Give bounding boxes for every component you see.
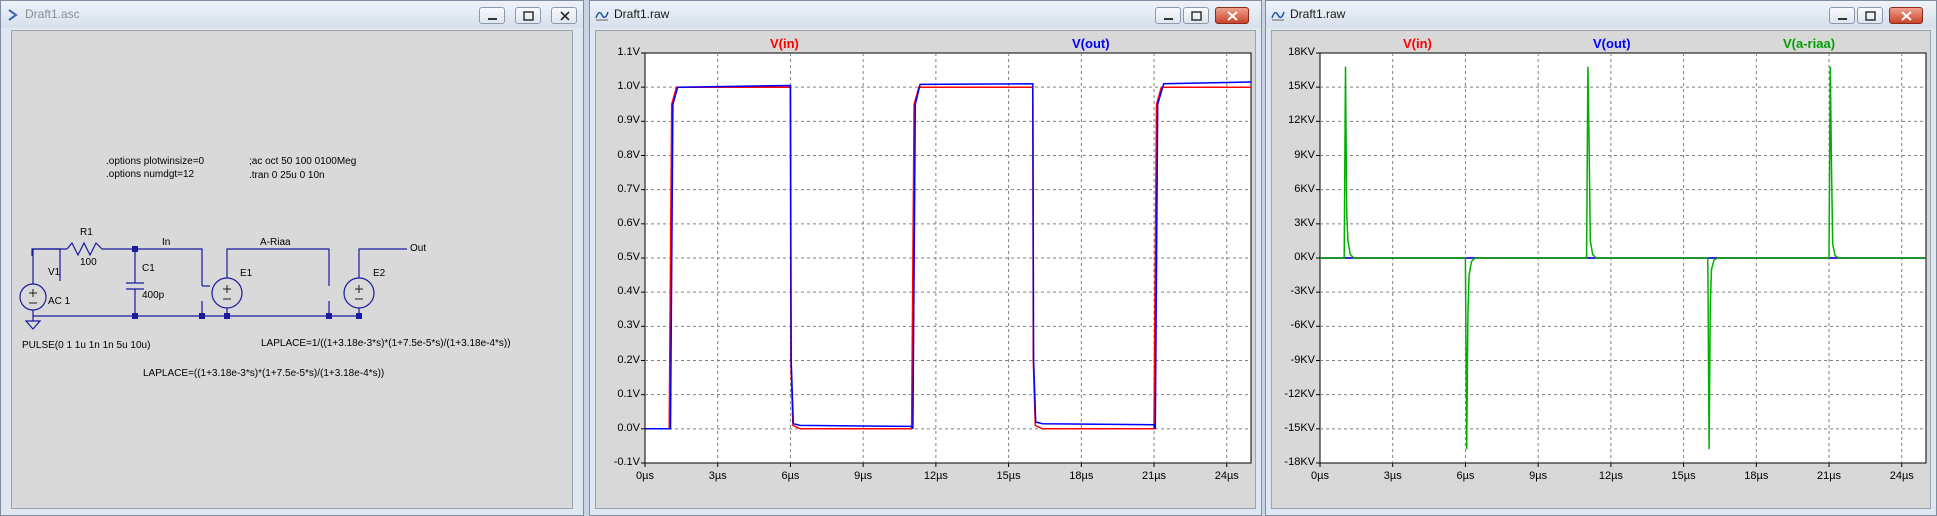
net-label-out[interactable]: Out [410, 243, 426, 254]
e2-laplace-value[interactable]: LAPLACE=1/((1+3.18e-3*s)*(1+7.5e-5*s)/(1… [261, 338, 511, 349]
plot-window-1: Draft1.raw V(in) V(out) 1.1V 1.0V 0.9V 0.8V… [589, 0, 1262, 516]
ltspice-icon [8, 9, 18, 21]
plot2-titlebar[interactable]: Draft1.raw [1266, 1, 1936, 28]
c1-value[interactable]: 400p [142, 290, 164, 301]
e2-label[interactable]: E2 [373, 268, 385, 279]
plot1-graph[interactable] [596, 31, 1257, 511]
schematic-titlebar[interactable]: Draft1.asc [1, 1, 583, 28]
c1-label[interactable]: C1 [142, 263, 155, 274]
minimize-button[interactable] [479, 7, 505, 24]
v1-label[interactable]: V1 [48, 267, 60, 278]
directive-ac-comment[interactable]: ;ac oct 50 100 0100Meg [249, 156, 356, 167]
e1-laplace-value[interactable]: LAPLACE=((1+3.18e-3*s)*(1+7.5e-5*s)/(1+3… [143, 368, 384, 379]
minimize-button[interactable] [1829, 7, 1855, 24]
close-button[interactable] [551, 7, 577, 24]
schematic-window: Draft1.asc .options plotwinsize=0 .optio… [0, 0, 584, 516]
plot-window-2: Draft1.raw V(in) V(out) V(a-riaa) 18KV 15… [1265, 0, 1937, 516]
net-label-ariaa[interactable]: A-Riaa [260, 237, 291, 248]
directive-tran[interactable]: .tran 0 25u 0 10n [249, 170, 325, 181]
e1-label[interactable]: E1 [240, 268, 252, 279]
maximize-button[interactable] [1857, 7, 1883, 24]
r1-value[interactable]: 100 [80, 257, 97, 268]
r1-label[interactable]: R1 [80, 227, 93, 238]
window-title: Draft1.raw [614, 7, 670, 21]
directive-options-plotwinsize[interactable]: .options plotwinsize=0 [106, 156, 204, 167]
v1-pulse-value[interactable]: PULSE(0 1 1u 1n 1n 5u 10u) [22, 340, 150, 351]
maximize-button[interactable] [1183, 7, 1209, 24]
net-label-in[interactable]: In [162, 237, 170, 248]
directive-options-numdgt[interactable]: .options numdgt=12 [106, 169, 194, 180]
schematic-canvas[interactable]: .options plotwinsize=0 .options numdgt=1… [11, 30, 573, 509]
close-button[interactable] [1215, 7, 1249, 24]
plot1-pane[interactable]: V(in) V(out) 1.1V 1.0V 0.9V 0.8V 0.7V 0.6V 0.5… [595, 30, 1256, 509]
minimize-button[interactable] [1155, 7, 1181, 24]
close-button[interactable] [1889, 7, 1923, 24]
maximize-button[interactable] [515, 7, 541, 24]
v1-ac-label[interactable]: AC 1 [48, 296, 70, 307]
plot1-titlebar[interactable]: Draft1.raw [590, 1, 1261, 28]
waveform-icon [595, 11, 609, 21]
plot2-pane[interactable]: V(in) V(out) V(a-riaa) 18KV 15KV 12KV 9KV 6K… [1271, 30, 1931, 509]
window-title: Draft1.asc [25, 7, 80, 21]
window-title: Draft1.raw [1290, 7, 1346, 21]
schematic-wires [19, 241, 407, 330]
waveform-icon [1271, 11, 1285, 21]
plot2-graph[interactable] [1272, 31, 1932, 511]
